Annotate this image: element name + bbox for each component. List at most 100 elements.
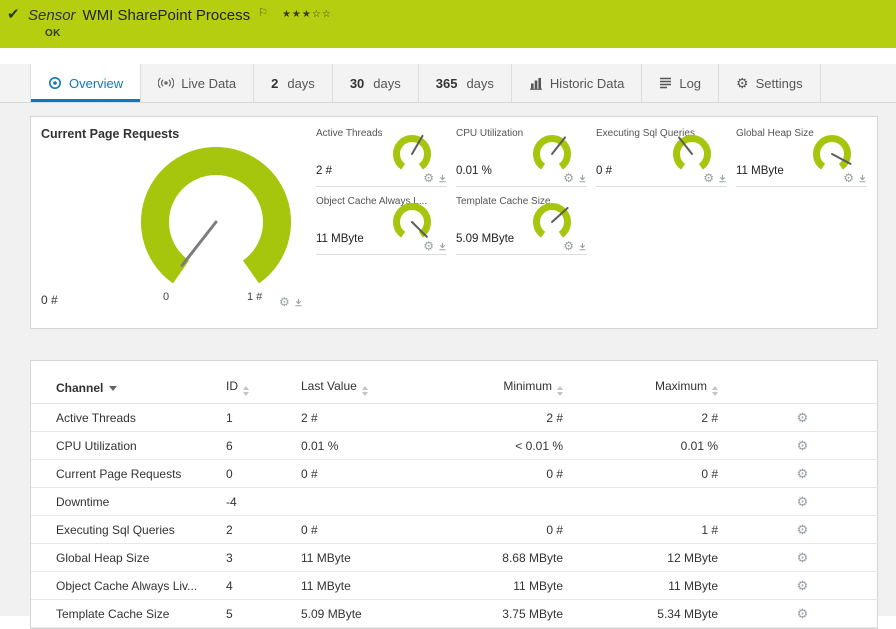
channel-settings-icon[interactable]: ⚙ — [797, 578, 809, 593]
channel-settings-icon[interactable]: ⚙ — [797, 550, 809, 565]
gauge-settings-icon[interactable]: ⚙ — [423, 172, 434, 184]
channel-last-value: 11 MByte — [301, 543, 466, 572]
channel-actions-cell: ⚙ — [726, 571, 879, 600]
channel-actions-cell: ⚙ — [726, 431, 879, 460]
tab-365-days[interactable]: 365 days — [419, 64, 512, 102]
gauge-download-icon[interactable] — [438, 174, 447, 183]
channel-name[interactable]: Downtime — [31, 487, 226, 516]
channel-minimum: 2 # — [466, 403, 571, 432]
small-gauge-cell-template-cache-size[interactable]: Template Cache Size 5.09 MByte ⚙ — [456, 193, 587, 255]
log-icon — [660, 77, 672, 89]
channel-maximum: 0.01 % — [571, 431, 726, 460]
channel-last-value: 0 # — [301, 515, 466, 544]
column-header-last-value[interactable]: Last Value — [301, 371, 466, 404]
channel-table-panel: Channel ID Last Value Minimum Maximum Ac… — [30, 360, 879, 629]
gauge-settings-icon[interactable]: ⚙ — [843, 172, 854, 184]
gauge-settings-icon[interactable]: ⚙ — [703, 172, 714, 184]
channel-table: Channel ID Last Value Minimum Maximum Ac… — [31, 371, 879, 628]
channel-minimum: 8.68 MByte — [466, 543, 571, 572]
tab-label: Historic Data — [549, 75, 625, 91]
sort-toggle-icon — [557, 386, 563, 396]
channel-id: 6 — [226, 431, 301, 460]
sensor-prefix: Sensor — [28, 7, 76, 24]
small-gauge-cell-global-heap-size[interactable]: Global Heap Size 11 MByte ⚙ — [736, 125, 867, 187]
column-label: Last Value — [301, 379, 357, 393]
sort-toggle-icon — [361, 386, 368, 396]
channel-settings-icon[interactable]: ⚙ — [797, 438, 809, 453]
channel-name[interactable]: Object Cache Always Liv... — [31, 571, 226, 600]
small-gauge-cell-cpu-utilization[interactable]: CPU Utilization 0.01 % ⚙ — [456, 125, 587, 187]
table-header-row: Channel ID Last Value Minimum Maximum — [31, 371, 879, 404]
sort-desc-icon — [109, 385, 118, 391]
tab-2-days[interactable]: 2 days — [254, 64, 333, 102]
channel-id: 3 — [226, 543, 301, 572]
small-gauge-cell-active-threads[interactable]: Active Threads 2 # ⚙ — [316, 125, 447, 187]
small-gauge-cell-object-cache-always-l[interactable]: Object Cache Always L... 11 MByte ⚙ — [316, 193, 447, 255]
table-row: Global Heap Size 3 11 MByte 8.68 MByte 12 MB… — [31, 543, 879, 572]
gauge-download-icon[interactable] — [858, 174, 867, 183]
channel-maximum — [571, 487, 726, 516]
priority-stars[interactable]: ★★★☆☆ — [282, 9, 332, 20]
channel-last-value — [301, 487, 466, 516]
gauge-settings-icon[interactable]: ⚙ — [279, 296, 290, 308]
column-header-minimum[interactable]: Minimum — [466, 371, 571, 404]
channel-settings-icon[interactable]: ⚙ — [797, 522, 809, 537]
channel-settings-icon[interactable]: ⚙ — [797, 606, 809, 621]
channel-settings-icon[interactable]: ⚙ — [797, 494, 809, 509]
gauge-download-icon[interactable] — [578, 242, 587, 251]
status-badge: OK — [45, 28, 61, 39]
channel-name[interactable]: Template Cache Size — [31, 599, 226, 628]
gauge-settings-icon[interactable]: ⚙ — [423, 240, 434, 252]
channel-name[interactable]: CPU Utilization — [31, 431, 226, 460]
column-header-id[interactable]: ID — [226, 371, 301, 404]
gauge-download-icon[interactable] — [294, 298, 303, 307]
channel-name[interactable]: Global Heap Size — [31, 543, 226, 572]
table-row: Object Cache Always Liv... 4 11 MByte 11 MB… — [31, 571, 879, 600]
tab-label: Overview — [69, 75, 124, 91]
channel-name[interactable]: Executing Sql Queries — [31, 515, 226, 544]
channel-name[interactable]: Active Threads — [31, 403, 226, 432]
channel-minimum: 3.75 MByte — [466, 599, 571, 628]
tab-bar: Overview Live Data 2 days 30 days 365 da… — [0, 64, 896, 103]
channel-settings-icon[interactable]: ⚙ — [797, 410, 809, 425]
table-row: Executing Sql Queries 2 0 #0 #1 # ⚙ — [31, 515, 879, 544]
overview-icon — [49, 77, 61, 89]
tab-live-data[interactable]: Live Data — [141, 64, 255, 102]
table-row: Template Cache Size 5 5.09 MByte 3.75 MByte… — [31, 599, 879, 628]
primary-gauge-actions: ⚙ — [279, 296, 303, 308]
priority-flag-icon[interactable]: ⚐ — [258, 7, 268, 19]
column-header-channel[interactable]: Channel — [31, 371, 226, 404]
channel-settings-icon[interactable]: ⚙ — [797, 466, 809, 481]
channel-id: 4 — [226, 571, 301, 600]
channel-table-body: Active Threads 1 2 #2 #2 # ⚙ CPU Utilization… — [31, 403, 879, 628]
settings-gear-icon: ⚙ — [736, 75, 749, 91]
tab-label: days — [373, 75, 401, 91]
gauge-settings-icon[interactable]: ⚙ — [563, 240, 574, 252]
channel-minimum — [466, 487, 571, 516]
column-label: Maximum — [654, 379, 707, 393]
gauge-value: 0 # — [596, 165, 612, 177]
table-row: Current Page Requests 0 0 #0 #0 # ⚙ — [31, 459, 879, 488]
gauge-panel: Current Page Requests 0 # 0 1 # ⚙ Active… — [30, 116, 878, 329]
channel-actions-cell: ⚙ — [726, 515, 879, 544]
gauge-settings-icon[interactable]: ⚙ — [563, 172, 574, 184]
channel-last-value: 5.09 MByte — [301, 599, 466, 628]
gauge-download-icon[interactable] — [578, 174, 587, 183]
gauge-value: 2 # — [316, 165, 332, 177]
tab-number: 2 — [271, 75, 279, 91]
column-header-maximum[interactable]: Maximum — [571, 371, 726, 404]
tab-overview[interactable]: Overview — [30, 64, 142, 102]
channel-actions-cell: ⚙ — [726, 543, 879, 572]
tab-settings[interactable]: ⚙ Settings — [719, 64, 821, 102]
gauge-download-icon[interactable] — [438, 242, 447, 251]
gauge-scale-max-label: 1 # — [247, 291, 263, 303]
channel-id: 2 — [226, 515, 301, 544]
gauge-download-icon[interactable] — [718, 174, 727, 183]
tab-historic-data[interactable]: Historic Data — [512, 64, 643, 102]
tab-number: 30 — [349, 75, 365, 91]
small-gauge-cell-executing-sql-queries[interactable]: Executing Sql Queries 0 # ⚙ — [596, 125, 727, 187]
tab-30-days[interactable]: 30 days — [333, 64, 419, 102]
channel-name[interactable]: Current Page Requests — [31, 459, 226, 488]
sensor-title: WMI SharePoint Process — [82, 7, 251, 24]
tab-log[interactable]: Log — [642, 64, 720, 102]
